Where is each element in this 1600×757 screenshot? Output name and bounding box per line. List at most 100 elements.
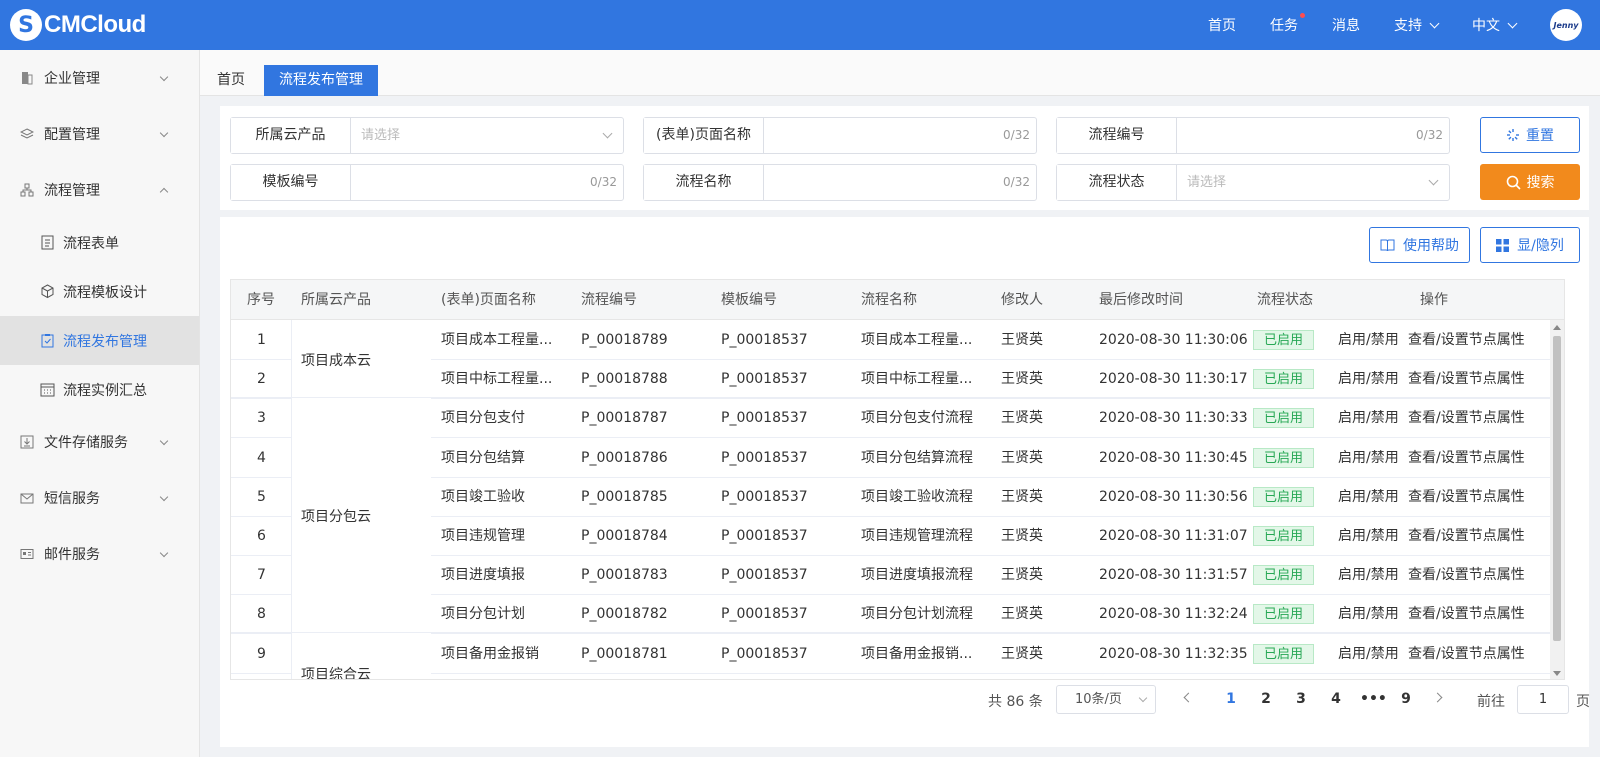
- enable-disable-link[interactable]: 启用/禁用: [1338, 320, 1399, 360]
- enable-disable-link[interactable]: 启用/禁用: [1338, 438, 1399, 478]
- view-node-settings-link[interactable]: 查看/设置节点属性: [1408, 477, 1525, 517]
- nav-tasks-label: 任务: [1270, 18, 1298, 34]
- view-node-settings-link[interactable]: 查看/设置节点属性: [1408, 438, 1525, 478]
- scroll-up-icon[interactable]: [1553, 325, 1561, 330]
- cell-modifier: 王贤英: [1001, 410, 1043, 426]
- input-value[interactable]: 0/32: [1177, 118, 1449, 153]
- cell-modified-time: 2020-08-30 11:30:56: [1099, 489, 1248, 505]
- scroll-thumb[interactable]: [1553, 336, 1561, 641]
- goto-page-input[interactable]: 1: [1517, 685, 1569, 714]
- table-row: 6 项目违规管理 P_00018784 P_00018537 项目违规管理流程 王贤英 20…: [231, 516, 1564, 556]
- view-node-settings-link[interactable]: 查看/设置节点属性: [1408, 320, 1525, 360]
- nav-messages[interactable]: 消息: [1332, 15, 1360, 35]
- status-badge: 已启用: [1253, 408, 1315, 428]
- cell-status: 已启用: [1253, 516, 1315, 556]
- input-value[interactable]: 0/32: [764, 118, 1036, 153]
- enable-disable-link[interactable]: 启用/禁用: [1338, 398, 1399, 438]
- col-process-name: 流程名称: [861, 292, 917, 308]
- process-name-input[interactable]: 流程名称 0/32: [643, 164, 1037, 201]
- sidebar-subitem-template-design[interactable]: 流程模板设计: [0, 267, 199, 316]
- page-number[interactable]: 2: [1255, 691, 1277, 707]
- prev-page-icon[interactable]: [1183, 692, 1194, 703]
- sidebar-item-file-storage[interactable]: 文件存储服务: [0, 414, 199, 470]
- page-number[interactable]: 9: [1395, 691, 1417, 707]
- page-number[interactable]: 4: [1325, 691, 1347, 707]
- sidebar-subitem-process-form[interactable]: 流程表单: [0, 218, 199, 267]
- sidebar-item-enterprise[interactable]: 企业管理: [0, 50, 199, 106]
- cell-process-no: P_00018788: [581, 371, 668, 387]
- cell-modified-time: 2020-08-30 11:30:45: [1099, 450, 1248, 466]
- nav-language[interactable]: 中文: [1472, 15, 1518, 35]
- cell-template-no: P_00018537: [721, 606, 808, 622]
- next-page-icon[interactable]: [1432, 692, 1443, 703]
- row-divider: [431, 673, 1564, 674]
- sidebar-subitem-publish-management[interactable]: 流程发布管理: [0, 316, 199, 365]
- view-node-settings-link[interactable]: 查看/设置节点属性: [1408, 398, 1525, 438]
- tab-publish-management[interactable]: 流程发布管理: [264, 65, 378, 96]
- cell-modifier: 王贤英: [1001, 528, 1043, 544]
- view-node-settings-link[interactable]: 查看/设置节点属性: [1408, 594, 1525, 634]
- page-ellipsis[interactable]: •••: [1360, 691, 1387, 707]
- total-count: 共 86 条: [988, 694, 1043, 710]
- enable-disable-link[interactable]: 启用/禁用: [1338, 359, 1399, 399]
- table-body: 项目成本云 项目分包云 项目综合云 1 项目成本工程量... P_00018789 P…: [231, 320, 1564, 679]
- sidebar-item-email[interactable]: 邮件服务: [0, 526, 199, 582]
- enable-disable-link[interactable]: 启用/禁用: [1338, 516, 1399, 556]
- cell-template-no: P_00018537: [721, 528, 808, 544]
- cell-status: 已启用: [1253, 438, 1315, 478]
- enable-disable-link[interactable]: 启用/禁用: [1338, 634, 1399, 674]
- field-label: 流程编号: [1057, 118, 1177, 153]
- cell-seq: 9: [257, 646, 266, 662]
- col-process-no: 流程编号: [581, 292, 637, 308]
- product-select[interactable]: 所属云产品 请选择: [230, 117, 624, 154]
- view-node-settings-link[interactable]: 查看/设置节点属性: [1408, 555, 1525, 595]
- sidebar-subitem-instance-summary[interactable]: 流程实例汇总: [0, 365, 199, 414]
- scroll-down-icon[interactable]: [1553, 671, 1561, 676]
- cube-icon: [40, 284, 55, 299]
- toggle-columns-button[interactable]: 显/隐列: [1480, 227, 1580, 263]
- status-select[interactable]: 流程状态 请选择: [1056, 164, 1450, 201]
- sidebar-item-config[interactable]: 配置管理: [0, 106, 199, 162]
- process-no-input[interactable]: 流程编号 0/32: [1056, 117, 1450, 154]
- template-no-input[interactable]: 模板编号 0/32: [230, 164, 624, 201]
- sidebar-subitem-label: 流程发布管理: [63, 333, 147, 350]
- sidebar-item-sms[interactable]: 短信服务: [0, 470, 199, 526]
- search-button[interactable]: 搜索: [1480, 164, 1580, 200]
- cell-page-name: 项目分包计划: [441, 606, 525, 622]
- help-button[interactable]: 使用帮助: [1369, 227, 1470, 263]
- enable-disable-link[interactable]: 启用/禁用: [1338, 555, 1399, 595]
- table-panel: 使用帮助 显/隐列 序号 所属云产品 (表单)页面名称 流程编号 模板编号 流程…: [220, 217, 1590, 747]
- chevron-down-icon: [159, 436, 169, 446]
- input-value[interactable]: 0/32: [764, 165, 1036, 200]
- tab-home[interactable]: 首页: [217, 65, 245, 96]
- page-number[interactable]: 3: [1290, 691, 1312, 707]
- logo-icon: S: [10, 9, 42, 41]
- cell-modifier: 王贤英: [1001, 371, 1043, 387]
- nav-tasks[interactable]: 任务: [1270, 13, 1305, 35]
- clipboard-check-icon: [40, 333, 55, 348]
- brand-logo[interactable]: S CMCloud: [10, 9, 146, 41]
- sidebar-item-process[interactable]: 流程管理: [0, 162, 199, 218]
- goto-label: 前往: [1477, 694, 1505, 710]
- page-size-select[interactable]: 10条/页: [1056, 685, 1156, 714]
- page-number[interactable]: 1: [1220, 691, 1242, 707]
- input-value[interactable]: 0/32: [351, 165, 623, 200]
- reset-button[interactable]: 重置: [1480, 117, 1580, 153]
- select-value[interactable]: 请选择: [1177, 165, 1449, 200]
- cell-seq: 6: [257, 528, 266, 544]
- view-node-settings-link[interactable]: 查看/设置节点属性: [1408, 516, 1525, 556]
- cell-template-no: P_00018537: [721, 646, 808, 662]
- enable-disable-link[interactable]: 启用/禁用: [1338, 477, 1399, 517]
- page-name-input[interactable]: (表单)页面名称 0/32: [643, 117, 1037, 154]
- avatar[interactable]: Jenny: [1550, 9, 1582, 41]
- table-scrollbar[interactable]: [1550, 320, 1564, 679]
- nav-home[interactable]: 首页: [1208, 15, 1236, 35]
- select-value[interactable]: 请选择: [351, 118, 623, 153]
- table-row: 5 项目竣工验收 P_00018785 P_00018537 项目竣工验收流程 王贤英 20…: [231, 477, 1564, 517]
- view-node-settings-link[interactable]: 查看/设置节点属性: [1408, 359, 1525, 399]
- table-header: 序号 所属云产品 (表单)页面名称 流程编号 模板编号 流程名称 修改人 最后修…: [231, 280, 1564, 320]
- page-size-value: 10条/页: [1075, 692, 1122, 707]
- nav-support[interactable]: 支持: [1394, 15, 1440, 35]
- view-node-settings-link[interactable]: 查看/设置节点属性: [1408, 634, 1525, 674]
- enable-disable-link[interactable]: 启用/禁用: [1338, 594, 1399, 634]
